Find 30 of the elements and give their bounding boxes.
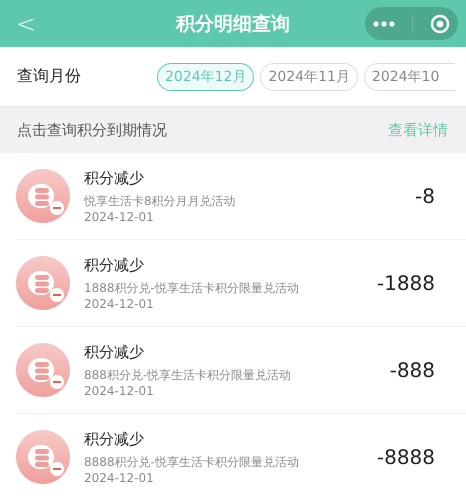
points-amount: -8 bbox=[415, 184, 435, 208]
record-title: 积分减少 bbox=[84, 430, 145, 448]
record-title: 积分减少 bbox=[84, 256, 145, 274]
record-description: 1888积分兑-悦享生活卡积分限量兑活动 bbox=[84, 280, 300, 296]
points-deduct-icon bbox=[16, 430, 70, 484]
record-description: 8888积分兑-悦享生活卡积分限量兑活动 bbox=[84, 454, 300, 470]
more-icon[interactable] bbox=[373, 20, 396, 26]
points-deduct-icon bbox=[16, 343, 70, 397]
page-title: 积分明细查询 bbox=[176, 12, 290, 36]
month-chip[interactable]: 2024年10 bbox=[364, 62, 455, 90]
month-chip[interactable]: 2024年12月 bbox=[157, 62, 254, 90]
details-link[interactable]: 查看详情 bbox=[388, 120, 448, 140]
back-button[interactable]: < bbox=[0, 10, 36, 38]
expiry-notice-text: 点击查询积分到期情况 bbox=[17, 120, 167, 140]
record-description: 悦享生活卡8积分月月兑活动 bbox=[84, 192, 237, 210]
month-chip[interactable]: 2024年11月 bbox=[260, 62, 358, 90]
record-title: 积分减少 bbox=[84, 168, 145, 188]
record-date: 2024-12-01 bbox=[84, 296, 155, 310]
points-deduct-icon bbox=[16, 169, 70, 223]
points-deduct-icon bbox=[16, 256, 70, 310]
month-label: 查询月份 bbox=[17, 66, 82, 87]
close-icon[interactable] bbox=[430, 14, 450, 34]
record-date: 2024-12-01 bbox=[84, 384, 155, 398]
record-date: 2024-12-01 bbox=[84, 470, 155, 484]
points-amount: -1888 bbox=[376, 271, 435, 295]
record-date: 2024-12-01 bbox=[84, 210, 155, 224]
record-title: 积分减少 bbox=[84, 342, 145, 362]
record-description: 888积分兑-悦享生活卡积分限量兑活动 bbox=[84, 366, 292, 384]
points-amount: -888 bbox=[390, 358, 435, 382]
points-amount: -8888 bbox=[376, 445, 435, 469]
